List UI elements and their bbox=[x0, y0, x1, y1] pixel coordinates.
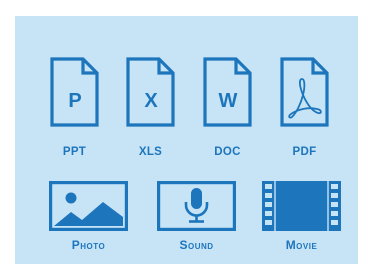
microphone-icon bbox=[184, 188, 209, 223]
acrobat-swirl-icon bbox=[288, 78, 322, 119]
movie-item[interactable]: Movie bbox=[262, 181, 341, 251]
ppt-glyph: P bbox=[68, 90, 81, 112]
doc-item[interactable]: W DOC bbox=[203, 57, 252, 165]
ppt-label: PPT bbox=[62, 146, 87, 158]
photo-item[interactable]: Photo bbox=[49, 181, 129, 252]
sound-item[interactable]: Sound bbox=[157, 181, 237, 252]
xls-label: XLS bbox=[138, 146, 163, 158]
xls-file-icon: X bbox=[126, 57, 175, 127]
ppt-item[interactable]: P PPT bbox=[50, 57, 99, 165]
xls-item[interactable]: X XLS bbox=[126, 57, 175, 165]
pdf-file-icon bbox=[280, 57, 329, 127]
doc-glyph: W bbox=[219, 90, 238, 112]
sound-label: Sound bbox=[179, 238, 214, 252]
doc-file-icon: W bbox=[203, 57, 252, 127]
sound-frame-icon bbox=[157, 181, 237, 231]
doc-label: DOC bbox=[214, 146, 241, 158]
pdf-label: PDF bbox=[292, 146, 317, 158]
movie-label: Movie bbox=[285, 238, 318, 252]
photo-label: Photo bbox=[71, 238, 106, 252]
icon-set-panel: P PPT X XLS W DOC PDF Photo Sound Movie bbox=[15, 16, 358, 264]
photo-icon bbox=[49, 181, 129, 231]
xls-glyph: X bbox=[144, 90, 158, 112]
sun-icon bbox=[65, 192, 77, 204]
pdf-item[interactable]: PDF bbox=[280, 57, 329, 165]
ppt-file-icon: P bbox=[50, 57, 99, 127]
film-strip-icon bbox=[262, 181, 341, 231]
